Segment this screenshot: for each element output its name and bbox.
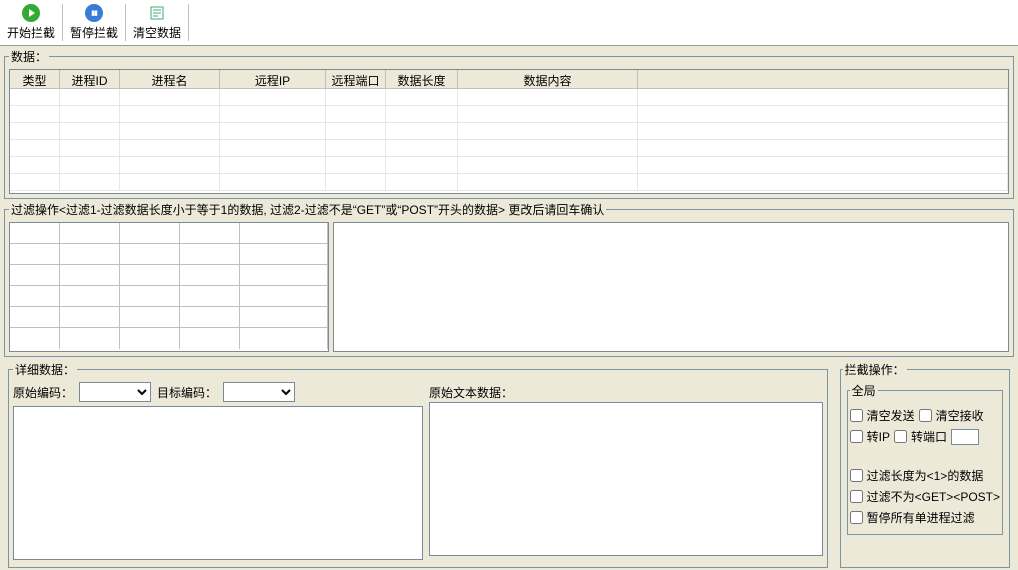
global-legend: 全局 (850, 382, 878, 399)
filter-grid[interactable] (9, 222, 329, 352)
grid-body (10, 89, 1008, 194)
dst-encoding-select[interactable] (223, 382, 295, 402)
fwd-ip-label: 转IP (867, 428, 890, 445)
intercept-legend: 拦截操作： (843, 361, 907, 378)
raw-text-label: 原始文本数据： (429, 384, 513, 401)
filter-section: 过滤操作<过滤1-过滤数据长度小于等于1的数据, 过滤2-过滤不是“GET”或“… (4, 201, 1014, 357)
clear-send-checkbox[interactable] (850, 409, 863, 422)
global-section: 全局 清空发送 清空接收 转IP 转端口 过滤长度为<1>的数据 (847, 382, 1003, 535)
start-label: 开始拦截 (7, 24, 55, 41)
col-rport[interactable]: 远程端口 (326, 70, 386, 88)
filter-len-checkbox[interactable] (850, 469, 863, 482)
converted-text-area[interactable] (13, 406, 423, 560)
fwd-port-input[interactable] (951, 429, 979, 445)
filter-detail-area (333, 222, 1009, 352)
dst-encoding-label: 目标编码： (157, 384, 217, 401)
pause-icon (85, 4, 103, 22)
clear-icon (148, 4, 166, 22)
data-legend: 数据： (9, 48, 49, 65)
pause-label: 暂停拦截 (70, 24, 118, 41)
grid-header: 类型 进程ID 进程名 远程IP 远程端口 数据长度 数据内容 (10, 70, 1008, 89)
fwd-port-label: 转端口 (911, 428, 947, 445)
intercept-section: 拦截操作： 全局 清空发送 清空接收 转IP 转端口 过滤长度为<1>的数据 (840, 361, 1010, 568)
pause-single-checkbox[interactable] (850, 511, 863, 524)
fwd-ip-checkbox[interactable] (850, 430, 863, 443)
col-type[interactable]: 类型 (10, 70, 60, 88)
detail-legend: 详细数据： (13, 361, 77, 378)
pause-single-label: 暂停所有单进程过滤 (867, 509, 975, 526)
start-intercept-button[interactable]: 开始拦截 (4, 2, 58, 43)
clear-recv-checkbox[interactable] (919, 409, 932, 422)
filter-len-label: 过滤长度为<1>的数据 (867, 467, 984, 484)
filter-legend: 过滤操作<过滤1-过滤数据长度小于等于1的数据, 过滤2-过滤不是“GET”或“… (9, 201, 606, 218)
filter-getpost-checkbox[interactable] (850, 490, 863, 503)
toolbar: 开始拦截 暂停拦截 清空数据 (0, 0, 1018, 46)
fwd-port-checkbox[interactable] (894, 430, 907, 443)
col-spacer (638, 70, 1008, 88)
play-icon (22, 4, 40, 22)
filter-getpost-label: 过滤不为<GET><POST> (867, 488, 1000, 505)
separator (62, 4, 63, 41)
raw-text-area[interactable] (429, 402, 823, 556)
clear-recv-label: 清空接收 (936, 407, 984, 424)
clear-send-label: 清空发送 (867, 407, 915, 424)
data-grid[interactable]: 类型 进程ID 进程名 远程IP 远程端口 数据长度 数据内容 (9, 69, 1009, 194)
clear-data-button[interactable]: 清空数据 (130, 2, 184, 43)
col-pid[interactable]: 进程ID (60, 70, 120, 88)
clear-label: 清空数据 (133, 24, 181, 41)
col-content[interactable]: 数据内容 (458, 70, 638, 88)
src-encoding-select[interactable] (79, 382, 151, 402)
col-rip[interactable]: 远程IP (220, 70, 326, 88)
pause-intercept-button[interactable]: 暂停拦截 (67, 2, 121, 43)
data-section: 数据： 类型 进程ID 进程名 远程IP 远程端口 数据长度 数据内容 (4, 48, 1014, 199)
col-dlen[interactable]: 数据长度 (386, 70, 458, 88)
col-pname[interactable]: 进程名 (120, 70, 220, 88)
separator (188, 4, 189, 41)
src-encoding-label: 原始编码： (13, 384, 73, 401)
detail-section: 详细数据： 原始编码： 目标编码： 原始文本数据： (8, 361, 828, 568)
separator (125, 4, 126, 41)
